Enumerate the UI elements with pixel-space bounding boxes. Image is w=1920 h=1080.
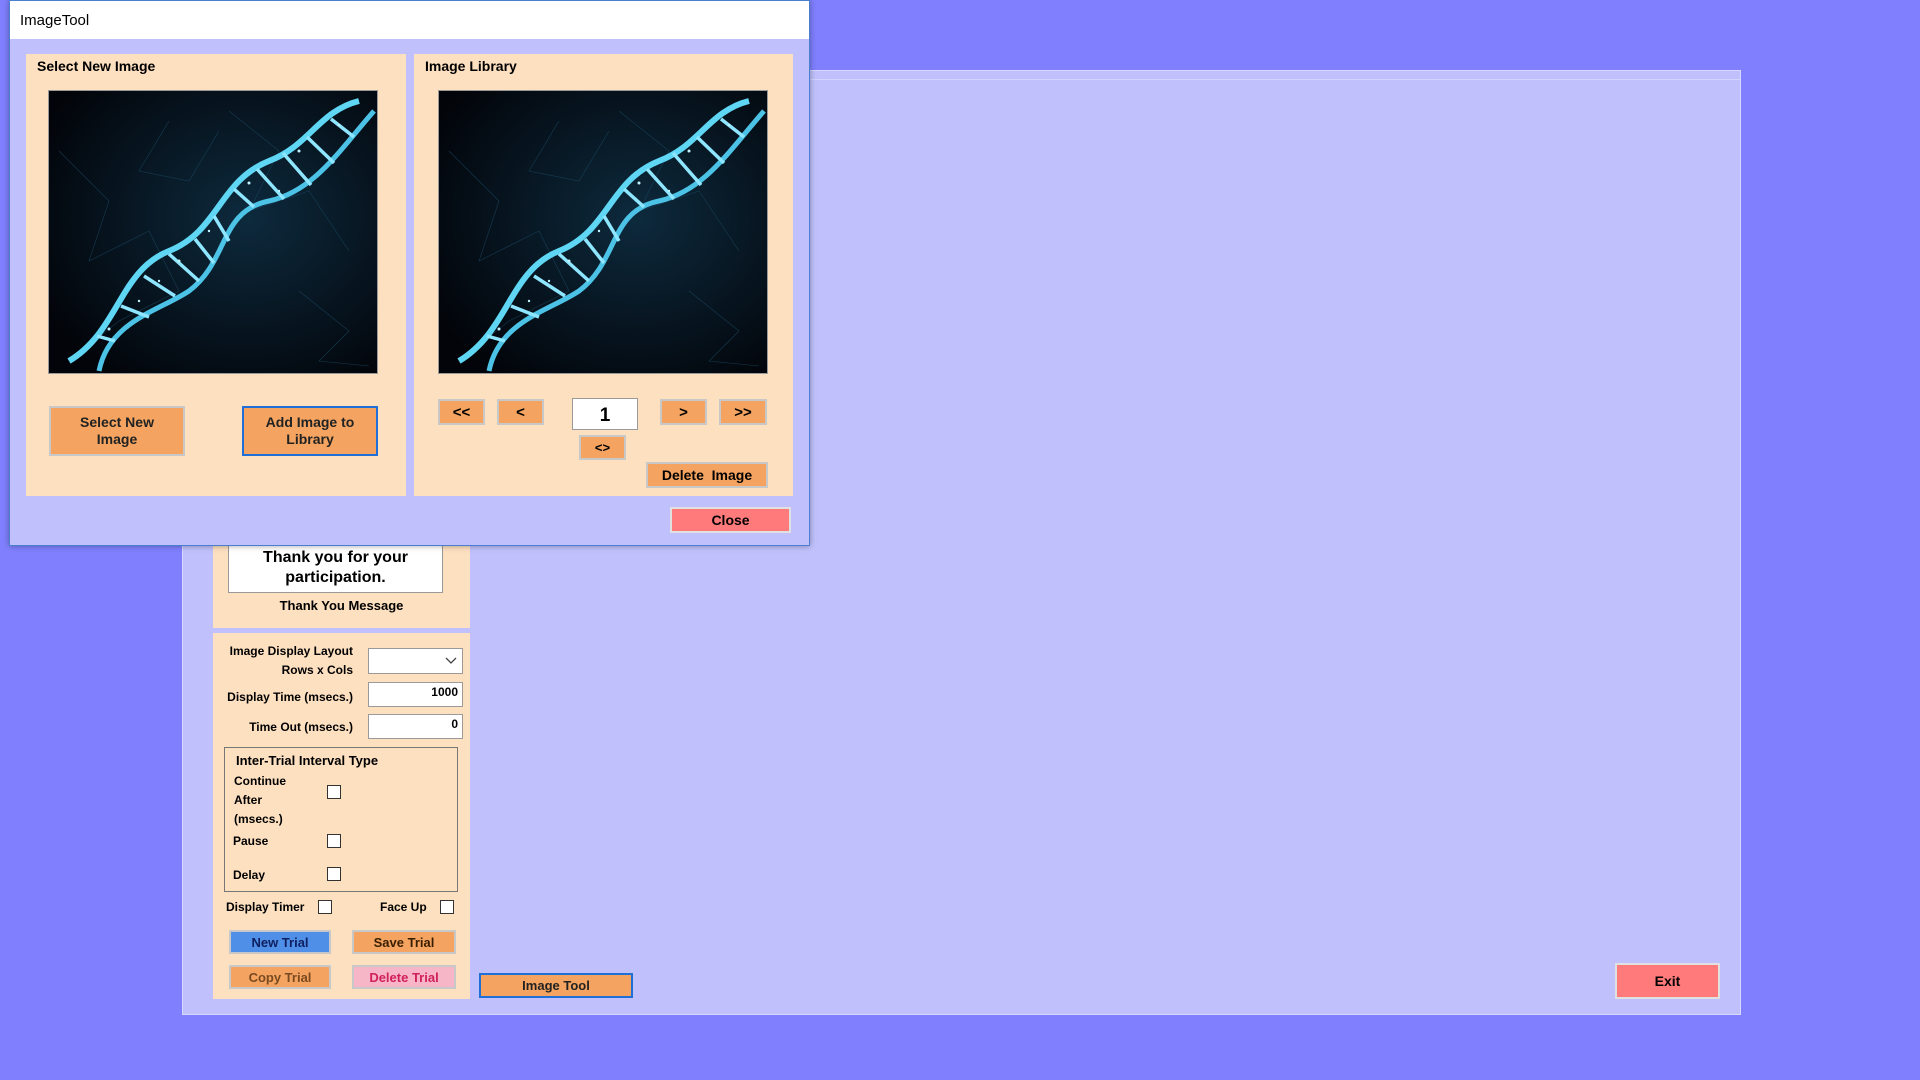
save-trial-button[interactable]: Save Trial — [352, 930, 456, 954]
continue-after-checkbox[interactable] — [327, 785, 341, 799]
select-image-section: Select New Image Select New Image Add Im… — [26, 54, 406, 496]
add-image-label: Add Image to Library — [265, 414, 355, 447]
dialog-title: ImageTool — [20, 12, 90, 29]
add-image-to-library-button[interactable]: Add Image to Library — [242, 406, 378, 456]
previous-image-button[interactable]: < — [497, 399, 544, 425]
face-up-checkbox[interactable] — [440, 900, 454, 914]
selected-image-preview — [48, 90, 378, 374]
pause-label: Pause — [233, 834, 269, 848]
thank-you-message-box[interactable]: Thank you for your participation. — [228, 542, 443, 593]
layout-label: Image Display Layout Rows x Cols — [229, 644, 353, 677]
delay-label: Delay — [233, 868, 266, 882]
select-new-image-button[interactable]: Select New Image — [49, 406, 185, 456]
copy-trial-button[interactable]: Copy Trial — [229, 965, 331, 989]
thank-you-label: Thank You Message — [279, 598, 404, 613]
display-timer-label: Display Timer — [226, 900, 305, 914]
time-out-input[interactable]: 0 — [368, 714, 463, 739]
select-image-title: Select New Image — [37, 58, 156, 74]
display-time-label: Display Time (msecs.) — [227, 690, 353, 704]
select-new-image-label: Select New Image — [80, 414, 154, 447]
display-timer-checkbox[interactable] — [318, 900, 332, 914]
continue-after-label: Continue After (msecs.) — [234, 774, 286, 826]
first-image-button[interactable]: << — [438, 399, 485, 425]
face-up-label: Face Up — [380, 900, 427, 914]
close-button[interactable]: Close — [670, 507, 791, 533]
library-image-preview — [438, 90, 768, 374]
toggle-image-button[interactable]: <> — [579, 435, 626, 460]
delete-image-button[interactable]: Delete Image — [646, 462, 768, 488]
iti-group-title: Inter-Trial Interval Type — [236, 753, 379, 768]
exit-button[interactable]: Exit — [1615, 963, 1720, 999]
display-time-input[interactable]: 1000 — [368, 682, 463, 707]
image-library-title: Image Library — [425, 58, 517, 74]
dialog-title-bar[interactable]: ImageTool — [10, 1, 809, 39]
chevron-down-icon — [445, 657, 457, 664]
layout-select[interactable] — [368, 648, 463, 674]
time-out-label: Time Out (msecs.) — [249, 720, 353, 734]
image-index-input[interactable]: 1 — [572, 398, 638, 430]
image-tool-dialog: ImageTool Select New Image Select New Im… — [9, 0, 810, 546]
image-library-section: Image Library << < 1 > >> <> Delete Imag… — [414, 54, 793, 496]
next-image-button[interactable]: > — [660, 399, 707, 425]
delete-trial-button[interactable]: Delete Trial — [352, 965, 456, 989]
last-image-button[interactable]: >> — [719, 399, 767, 425]
pause-checkbox[interactable] — [327, 834, 341, 848]
image-tool-button[interactable]: Image Tool — [479, 973, 633, 998]
delay-checkbox[interactable] — [327, 867, 341, 881]
thank-you-message: Thank you for your participation. — [263, 548, 408, 586]
new-trial-button[interactable]: New Trial — [229, 930, 331, 954]
